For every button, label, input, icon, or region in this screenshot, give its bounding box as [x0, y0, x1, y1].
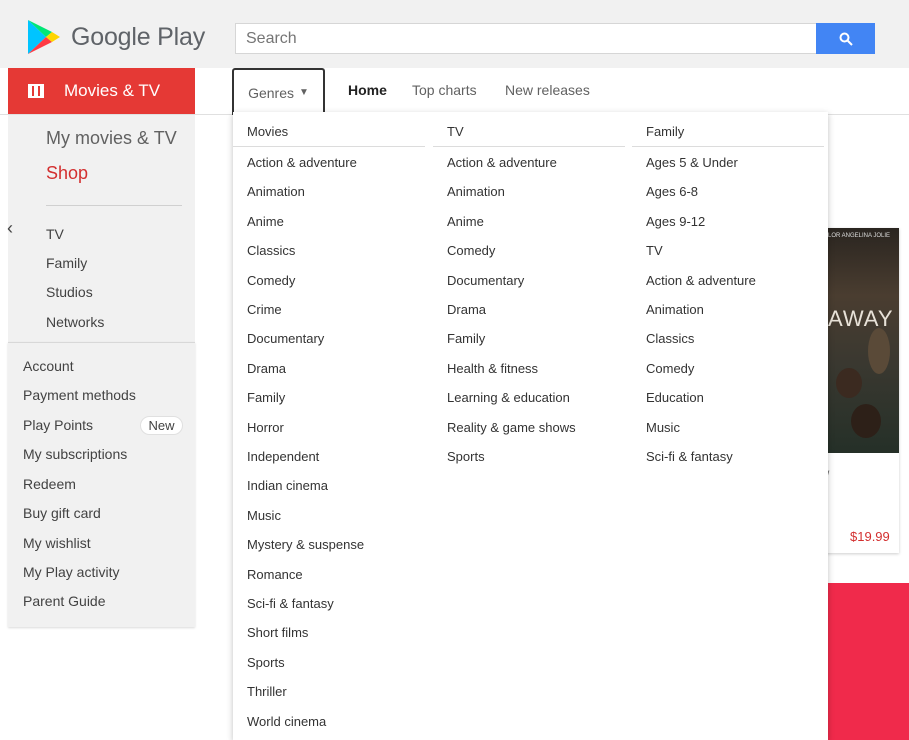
genre-item[interactable]: Animation: [646, 302, 704, 317]
genre-item[interactable]: Classics: [646, 331, 694, 346]
genre-item[interactable]: Sports: [447, 449, 485, 464]
sidebar-item-family[interactable]: Family: [46, 255, 87, 271]
genre-item[interactable]: Action & adventure: [447, 155, 557, 170]
genre-item[interactable]: Family: [247, 390, 285, 405]
parent-guide-link[interactable]: Parent Guide: [23, 593, 106, 609]
genre-item[interactable]: Romance: [247, 567, 303, 582]
genre-item[interactable]: Drama: [247, 361, 286, 376]
genre-column-tv: TV Action & adventure Animation Anime Comed…: [433, 112, 629, 464]
genres-dropdown-menu: Movies Action & adventure Animation Anime C…: [233, 112, 828, 740]
poster-title: AWAY: [828, 306, 894, 331]
movies-tv-tab[interactable]: Movies & TV: [8, 68, 195, 114]
genre-item[interactable]: Sci-fi & fantasy: [646, 449, 733, 464]
column-heading[interactable]: TV: [433, 112, 625, 147]
my-wishlist-link[interactable]: My wishlist: [23, 535, 91, 551]
genre-item[interactable]: Comedy: [646, 361, 694, 376]
genres-label: Genres: [248, 84, 294, 101]
logo-text: Google Play: [71, 22, 205, 51]
search-input[interactable]: Search: [235, 23, 816, 54]
sidebar-shop[interactable]: Shop: [46, 163, 88, 184]
poster-figure: [851, 404, 881, 438]
movie-poster: LOR ANGELINA JOLIE AWAY: [826, 228, 899, 453]
genre-item[interactable]: Education: [646, 390, 704, 405]
genre-item[interactable]: Animation: [447, 184, 505, 199]
genre-item[interactable]: Mystery & suspense: [247, 537, 364, 552]
genre-item[interactable]: Crime: [247, 302, 282, 317]
chevron-down-icon: ▼: [299, 87, 309, 98]
genre-item[interactable]: Music: [247, 508, 281, 523]
genre-item[interactable]: Comedy: [447, 243, 495, 258]
chevron-left-icon[interactable]: ‹: [7, 218, 13, 239]
genre-item[interactable]: Action & adventure: [247, 155, 357, 170]
sub-navigation: Movies & TV Genres ▼ Home Top charts New…: [0, 68, 909, 115]
buy-gift-card-link[interactable]: Buy gift card: [23, 505, 101, 521]
film-icon: [28, 84, 44, 98]
column-heading[interactable]: Movies: [233, 112, 425, 147]
genre-item[interactable]: Reality & game shows: [447, 420, 576, 435]
my-play-activity-link[interactable]: My Play activity: [23, 564, 119, 580]
genre-item[interactable]: Animation: [247, 184, 305, 199]
genre-item[interactable]: Music: [646, 420, 680, 435]
genre-item[interactable]: Independent: [247, 449, 319, 464]
genre-item[interactable]: Anime: [247, 214, 284, 229]
nav-home-link[interactable]: Home: [348, 82, 387, 98]
genre-item[interactable]: Horror: [247, 420, 284, 435]
promo-banner[interactable]: [826, 583, 909, 740]
my-subscriptions-link[interactable]: My subscriptions: [23, 446, 127, 462]
movies-tv-label: Movies & TV: [64, 81, 161, 100]
movie-card[interactable]: LOR ANGELINA JOLIE AWAY / $19.99: [826, 228, 899, 553]
poster-figure: [836, 368, 862, 398]
price-label: $19.99: [850, 529, 890, 544]
play-logo-icon: [28, 20, 60, 54]
genre-column-family: Family Ages 5 & Under Ages 6-8 Ages 9-12 TV…: [632, 112, 828, 464]
genre-item[interactable]: Health & fitness: [447, 361, 538, 376]
genre-item[interactable]: Ages 6-8: [646, 184, 698, 199]
genre-item[interactable]: Sports: [247, 655, 285, 670]
column-heading[interactable]: Family: [632, 112, 824, 147]
genre-item[interactable]: Ages 9-12: [646, 214, 705, 229]
nav-new-releases-link[interactable]: New releases: [505, 82, 590, 98]
genre-item[interactable]: Anime: [447, 214, 484, 229]
play-points-link[interactable]: Play Points: [23, 417, 93, 433]
genre-item[interactable]: Documentary: [447, 273, 524, 288]
payment-methods-link[interactable]: Payment methods: [23, 387, 136, 403]
genre-item[interactable]: Thriller: [247, 684, 287, 699]
genre-item[interactable]: Family: [447, 331, 485, 346]
search-button[interactable]: [816, 23, 875, 54]
sidebar-item-tv[interactable]: TV: [46, 226, 64, 242]
genre-item[interactable]: Sci-fi & fantasy: [247, 596, 334, 611]
genre-item[interactable]: World cinema: [247, 714, 326, 729]
new-badge: New: [140, 416, 183, 435]
genre-item[interactable]: TV: [646, 243, 663, 258]
poster-credit-text: LOR ANGELINA JOLIE: [828, 233, 891, 239]
sidebar-item-studios[interactable]: Studios: [46, 284, 93, 300]
genre-item[interactable]: Documentary: [247, 331, 324, 346]
nav-top-charts-link[interactable]: Top charts: [412, 82, 477, 98]
header: Google Play Search: [0, 0, 909, 68]
google-play-logo[interactable]: Google Play: [26, 18, 205, 56]
sidebar-divider: [46, 205, 182, 206]
genre-item[interactable]: Classics: [247, 243, 295, 258]
poster-figure: [868, 328, 890, 374]
account-link[interactable]: Account: [23, 358, 74, 374]
sidebar-navigation: [8, 115, 195, 342]
sidebar-item-networks[interactable]: Networks: [46, 314, 104, 330]
genre-item[interactable]: Comedy: [247, 273, 295, 288]
genre-item[interactable]: Short films: [247, 625, 308, 640]
sidebar-my-movies[interactable]: My movies & TV: [46, 128, 177, 149]
genre-item[interactable]: Learning & education: [447, 390, 570, 405]
genres-dropdown-button[interactable]: Genres ▼: [232, 68, 325, 115]
genre-item[interactable]: Drama: [447, 302, 486, 317]
redeem-link[interactable]: Redeem: [23, 476, 76, 492]
search-icon: [839, 32, 853, 46]
genre-item[interactable]: Action & adventure: [646, 273, 756, 288]
genre-item[interactable]: Indian cinema: [247, 478, 328, 493]
genre-column-movies: Movies Action & adventure Animation Anime C…: [233, 112, 429, 729]
genre-item[interactable]: Ages 5 & Under: [646, 155, 738, 170]
